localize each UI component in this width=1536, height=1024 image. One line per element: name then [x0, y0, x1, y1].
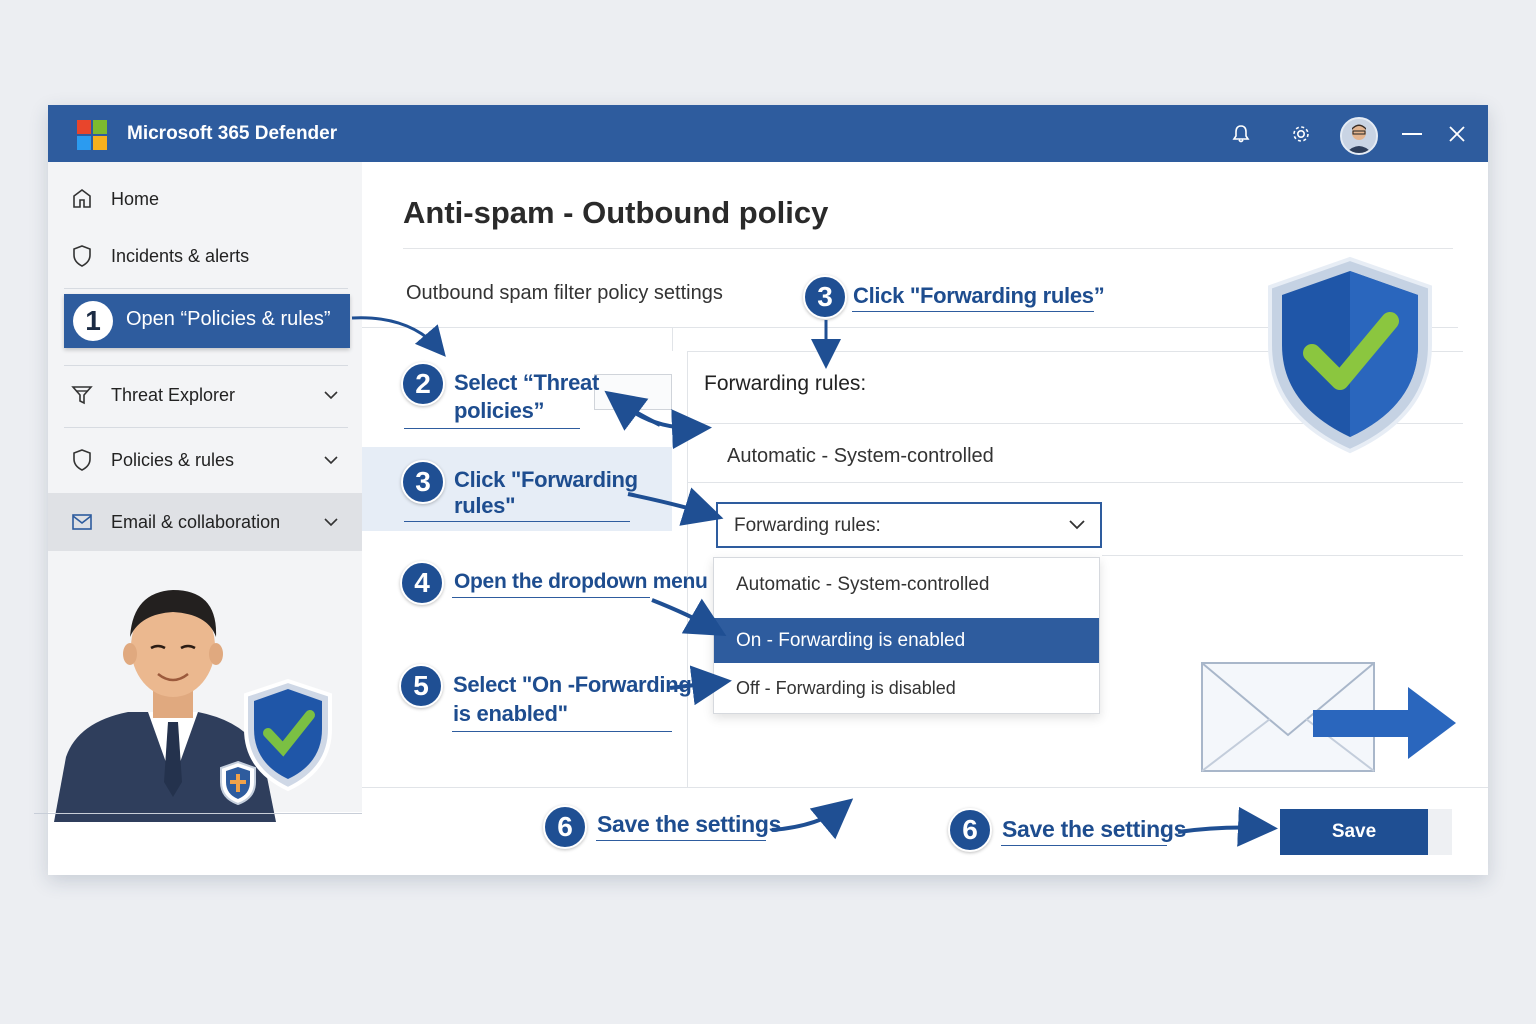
save-button[interactable]: Save — [1280, 809, 1428, 855]
step-badge-3-top: 3 — [803, 275, 847, 319]
sidebar-item-policies-rules[interactable]: Policies & rules — [48, 431, 362, 489]
sidebar-item-label: Policies & rules — [111, 449, 235, 470]
dropdown-option-automatic[interactable]: Automatic - System-controlled — [714, 558, 1099, 614]
security-shield-icon — [1268, 256, 1432, 454]
divider — [403, 248, 1453, 249]
select-value: Forwarding rules: — [734, 515, 881, 536]
step6b-label: Save the settings — [1002, 816, 1187, 842]
save-button-shadow — [1428, 809, 1452, 855]
sidebar-item-threat-explorer[interactable]: Threat Explorer — [48, 366, 362, 424]
title-bar: Microsoft 365 Defender — [48, 105, 1488, 162]
chevron-down-icon — [1069, 520, 1085, 530]
user-avatar[interactable] — [1340, 117, 1378, 155]
chevron-down-icon — [324, 391, 338, 400]
divider — [1102, 555, 1463, 556]
divider — [688, 482, 1463, 483]
filter-icon — [71, 386, 93, 405]
step3-label-line2: rules" — [454, 493, 516, 518]
step-badge-4: 4 — [400, 561, 444, 605]
sidebar-item-email-collaboration[interactable]: Email & collaboration — [48, 493, 362, 551]
dropdown-option-off[interactable]: Off - Forwarding is disabled — [714, 665, 1099, 713]
app-window: Microsoft 365 Defender Home Incidents & … — [34, 105, 1488, 875]
divider — [452, 731, 672, 732]
forwarding-rules-select[interactable]: Forwarding rules: — [716, 502, 1102, 548]
threat-policies-field[interactable] — [594, 374, 672, 410]
sidebar-item-home[interactable]: Home — [48, 170, 362, 228]
divider — [852, 311, 1094, 312]
divider — [452, 597, 650, 598]
step-badge-6b: 6 — [948, 808, 992, 852]
email-forward-icon — [1201, 662, 1456, 772]
microsoft-logo-icon — [77, 120, 107, 150]
step6a-label: Save the settings — [597, 811, 782, 837]
step-number: 1 — [73, 301, 113, 341]
gear-icon[interactable] — [1286, 119, 1316, 149]
app-title: Microsoft 365 Defender — [127, 123, 338, 144]
step3-label-line1: Click "Forwarding — [454, 467, 638, 492]
dropdown-option-on[interactable]: On - Forwarding is enabled — [714, 618, 1099, 663]
sidebar-item-incidents[interactable]: Incidents & alerts — [48, 227, 362, 285]
divider — [404, 428, 580, 429]
divider — [34, 813, 362, 814]
step-badge-2: 2 — [401, 362, 445, 406]
minimize-icon[interactable] — [1397, 119, 1427, 149]
option-label: On - Forwarding is enabled — [736, 630, 966, 651]
step-badge-5: 5 — [399, 664, 443, 708]
divider — [64, 288, 348, 289]
divider — [596, 840, 766, 841]
step5-label-line1: Select "On -Forwarding — [453, 672, 692, 697]
home-icon — [73, 189, 91, 208]
divider — [362, 787, 1488, 788]
divider — [64, 427, 348, 428]
chevron-down-icon — [324, 456, 338, 465]
sidebar: Home Incidents & alerts 1 Open “Policies… — [48, 162, 362, 822]
step2-label-line1: Select “Threat — [454, 370, 599, 395]
badge-icon — [220, 760, 256, 806]
section-subtitle: Outbound spam filter policy settings — [406, 282, 723, 304]
shield-icon — [73, 449, 91, 471]
step1-open-policies-button[interactable]: 1 Open “Policies & rules” — [64, 294, 350, 348]
divider — [672, 327, 673, 351]
step-label: Open “Policies & rules” — [126, 308, 331, 330]
divider — [404, 521, 630, 522]
mail-icon — [72, 514, 92, 530]
step-badge-3: 3 — [401, 460, 445, 504]
divider — [1001, 845, 1167, 846]
forwarding-rules-heading: Forwarding rules: — [704, 372, 867, 395]
page-title: Anti-spam - Outbound policy — [403, 195, 829, 230]
step5-label-line2: is enabled" — [453, 701, 568, 726]
forwarding-current-value: Automatic - System-controlled — [727, 445, 994, 467]
bell-icon[interactable] — [1226, 119, 1256, 149]
step-badge-6a: 6 — [543, 805, 587, 849]
forwarding-dropdown-menu: Automatic - System-controlled On - Forwa… — [713, 557, 1100, 714]
option-label: Automatic - System-controlled — [736, 574, 990, 595]
sidebar-item-label: Home — [111, 188, 160, 209]
step4-label: Open the dropdown menu — [454, 570, 708, 593]
step3-top-label: Click "Forwarding rules” — [853, 283, 1105, 308]
sidebar-item-label: Incidents & alerts — [111, 245, 250, 266]
step2-label-line2: policies” — [454, 398, 545, 423]
sidebar-item-label: Email & collaboration — [111, 511, 281, 532]
option-label: Off - Forwarding is disabled — [736, 678, 956, 698]
shield-icon — [73, 245, 91, 267]
chevron-down-icon — [324, 518, 338, 527]
sidebar-item-label: Threat Explorer — [111, 384, 236, 405]
close-icon[interactable] — [1442, 119, 1472, 149]
